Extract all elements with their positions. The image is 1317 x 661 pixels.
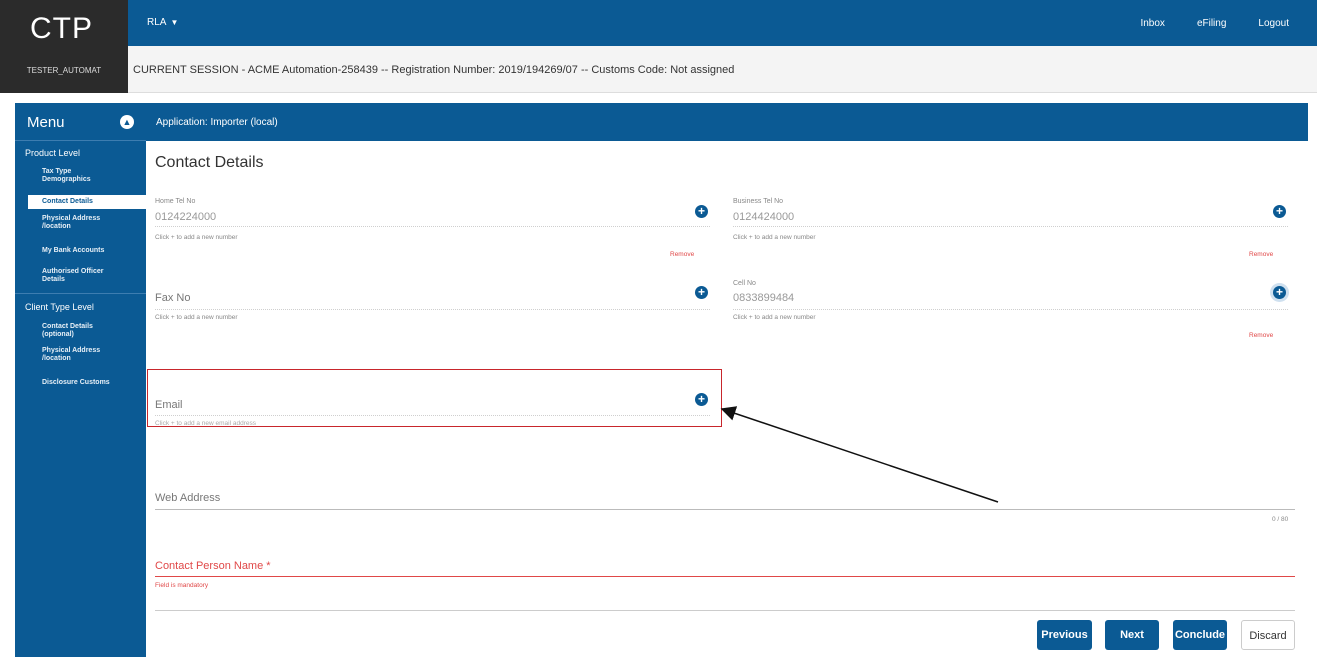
contact-person-error: Field is mandatory [155,582,209,589]
contact-person-underline [155,576,1295,577]
top-bar: RLA ▼ Inbox eFiling Logout [128,0,1317,46]
home-tel-label: Home Tel No [155,198,196,205]
business-tel-input[interactable]: 0124424000 [733,211,794,223]
business-tel-remove-link[interactable]: Remove [1249,251,1273,258]
fax-underline [155,309,710,310]
cell-helper: Click + to add a new number [733,314,816,321]
client-level-title: Client Type Level [25,302,94,312]
sidebar-item-bank-accounts[interactable]: My Bank Accounts [42,247,104,255]
inbox-link[interactable]: Inbox [1140,18,1164,29]
contact-person-input[interactable]: Contact Person Name * [155,560,271,572]
username: TESTER_AUTOMAT [26,66,102,75]
app-root: CTP TESTER_AUTOMAT RLA ▼ Inbox eFiling Lo… [0,0,1317,661]
menu-title: Menu [27,114,65,131]
conclude-button[interactable]: Conclude [1173,620,1227,650]
business-tel-label: Business Tel No [733,198,784,205]
logout-link[interactable]: Logout [1258,18,1289,29]
cell-remove-link[interactable]: Remove [1249,332,1273,339]
add-email-icon[interactable]: + [695,393,708,406]
fax-helper: Click + to add a new number [155,314,238,321]
email-helper: Click + to add a new email address [155,420,256,427]
sidebar-item-physical-address[interactable]: Physical Address /location [42,215,102,231]
next-button[interactable]: Next [1105,620,1159,650]
email-highlight-box [147,369,722,427]
sidebar-item-contact-optional[interactable]: Contact Details (optional) [42,323,102,339]
home-tel-helper: Click + to add a new number [155,234,238,241]
product-level-title: Product Level [25,148,81,158]
add-cell-icon[interactable]: + [1273,286,1286,299]
logo-box: CTP TESTER_AUTOMAT [0,0,128,93]
web-address-input[interactable]: Web Address [155,492,220,504]
add-business-tel-icon[interactable]: + [1273,205,1286,218]
sidebar-item-tax-type[interactable]: Tax Type Demographics [42,168,102,184]
top-nav: Inbox eFiling Logout [1140,18,1289,29]
business-tel-underline [733,226,1288,227]
email-input[interactable]: Email [155,399,183,411]
home-tel-remove-link[interactable]: Remove [670,251,694,258]
rla-dropdown[interactable]: RLA ▼ [147,17,178,28]
menu-toggle-icon[interactable]: ▲ [120,115,134,129]
home-tel-underline [155,226,710,227]
footer-divider [155,610,1295,611]
add-home-tel-icon[interactable]: + [695,205,708,218]
application-title: Application: Importer (local) [156,117,278,128]
sidebar-divider [15,293,146,294]
add-fax-icon[interactable]: + [695,286,708,299]
page-title: Contact Details [155,154,264,171]
fax-input[interactable]: Fax No [155,292,190,304]
application-bar: Application: Importer (local) [146,103,1308,141]
menu-header: Menu ▲ [15,103,146,141]
sidebar: Menu ▲ Product Level Tax Type Demographi… [15,103,146,657]
web-address-underline [155,509,1295,510]
sidebar-item-disclosure-customs[interactable]: Disclosure Customs [42,379,110,387]
home-tel-input[interactable]: 0124224000 [155,211,216,223]
efiling-link[interactable]: eFiling [1197,18,1226,29]
session-info: CURRENT SESSION - ACME Automation-258439… [133,64,735,76]
email-underline [155,415,710,416]
cell-label: Cell No [733,280,756,287]
sidebar-item-client-physical-address[interactable]: Physical Address /location [42,347,102,363]
sidebar-item-contact-details[interactable]: Contact Details [28,195,146,209]
cell-input[interactable]: 0833899484 [733,292,794,304]
caret-down-icon: ▼ [170,18,179,27]
logo: CTP [30,12,93,45]
sidebar-item-authorised-officer[interactable]: Authorised Officer Details [42,268,112,284]
business-tel-helper: Click + to add a new number [733,234,816,241]
session-bar: CURRENT SESSION - ACME Automation-258439… [128,46,1317,93]
rla-label: RLA [147,17,167,28]
web-address-counter: 0 / 80 [1272,516,1289,523]
cell-underline [733,309,1288,310]
discard-button[interactable]: Discard [1241,620,1295,650]
previous-button[interactable]: Previous [1037,620,1092,650]
